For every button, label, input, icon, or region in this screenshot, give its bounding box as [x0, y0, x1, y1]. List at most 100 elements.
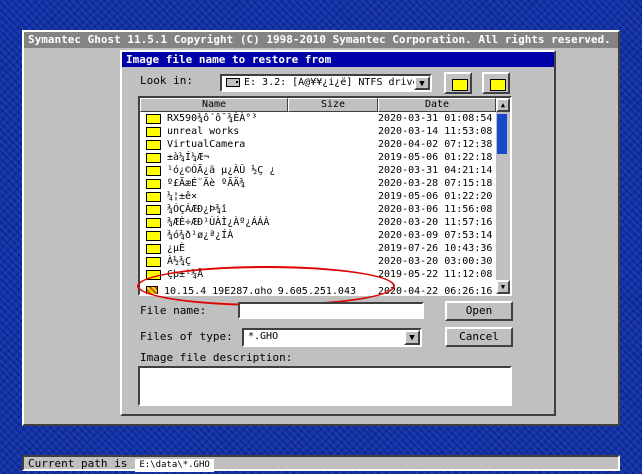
file-row[interactable]: 10.15.4_19E287.gho 9,605,251,043 2020-04-2…: [140, 285, 511, 296]
status-path: E:\data\*.GHO: [135, 459, 214, 472]
row-name-text: ¼¦±ê×: [167, 191, 198, 202]
file-name-label: File name:: [140, 304, 207, 317]
row-name: 10.15.4_19E287.gho: [140, 285, 277, 294]
folder-icon: [146, 269, 161, 280]
row-date: 2020-03-09 07:53:14 PM: [378, 230, 511, 241]
folder-icon: [146, 217, 161, 228]
row-name-text: Çþ±¹¾Ã: [167, 269, 204, 280]
row-size: 9,605,251,043: [277, 286, 356, 296]
row-name: ¾ÓÇÁÆÐ¿Þ¾î: [140, 203, 277, 216]
description-box: [138, 366, 512, 406]
row-name-text: ¾ó¾ð¹ø¿ª¿ÍÀ: [167, 230, 234, 241]
row-date: 2020-04-22 06:26:16 PM: [378, 286, 511, 296]
files-of-type-dropdown-button[interactable]: ▼: [404, 330, 420, 345]
row-name: ±à¼­Í¼Æ¬: [140, 151, 277, 164]
folder-row[interactable]: ¾ÓÇÁÆÐ¿Þ¾î 2020-03-06 11:56:08 AM: [140, 203, 511, 216]
row-date: 2020-03-31 01:08:54 PM: [378, 113, 511, 124]
folder-row[interactable]: ±à¼­Í¼Æ¬ 2019-05-06 01:22:18 AM: [140, 151, 511, 164]
row-date: 2020-03-20 03:00:30 PM: [378, 256, 511, 267]
drive-icon: [226, 77, 240, 87]
file-name-input[interactable]: [238, 302, 424, 319]
folder-icon: [146, 243, 161, 254]
ghost-image-icon: [146, 285, 158, 294]
look-in-dropdown-button[interactable]: ▼: [414, 76, 430, 90]
list-header: Name Size Date: [140, 98, 496, 112]
folder-icon: [146, 230, 161, 241]
row-date: 2019-05-06 01:22:20 AM: [378, 191, 511, 202]
app-title: Symantec Ghost 11.5.1 Copyright (C) 1998…: [24, 32, 618, 48]
folder-icon: [146, 178, 161, 189]
row-name-text: ¾ÆÈ÷ÆÐ¹ÙÀÌ¿Àº¿ÁÁÀ: [167, 217, 270, 228]
file-list[interactable]: Name Size Date RX590¾ô´ô¯¾ÈÀ°³ 2020-03-31…: [138, 96, 512, 296]
folder-row[interactable]: ¼¦±ê× 2019-05-06 01:22:20 AM: [140, 190, 511, 203]
folder-icon: [146, 256, 161, 267]
row-name: ¾ó¾ð¹ø¿ª¿ÍÀ: [140, 229, 277, 242]
row-name-text: ¿µÈ­: [167, 243, 186, 254]
row-size: [277, 177, 360, 190]
open-button[interactable]: Open: [445, 301, 513, 321]
row-date: 2020-03-14 11:53:08 PM: [378, 126, 511, 137]
file-rows: RX590¾ô´ô¯¾ÈÀ°³ 2020-03-31 01:08:54 PM unr…: [140, 112, 511, 296]
status-label: Current path is: [28, 457, 128, 470]
description-label: Image file description:: [140, 351, 293, 364]
folder-row[interactable]: ¾ÆÈ÷ÆÐ¹ÙÀÌ¿Àº¿ÁÁÀ 2020-03-20 11:57:16 AM: [140, 216, 511, 229]
row-size: [277, 151, 360, 164]
scroll-down-button[interactable]: ▼: [496, 280, 510, 294]
row-name: º£ÃæÉ¨Ãè ºÃÄ¾: [140, 177, 277, 190]
row-name-text: VirtualCamera: [167, 139, 246, 150]
up-folder-button[interactable]: [444, 72, 472, 94]
row-size: [277, 242, 360, 255]
folder-row[interactable]: unreal works 2020-03-14 11:53:08 PM: [140, 125, 511, 138]
folder-row[interactable]: ¹ó¿©ÓÃ¿ä µ¿ÀÛ ½Ç ¿¡À 2020-03-31 04:21:14 …: [140, 164, 510, 177]
row-name: unreal works: [140, 125, 277, 138]
row-name: ¾ÆÈ÷ÆÐ¹ÙÀÌ¿Àº¿ÁÁÀ: [140, 216, 277, 229]
column-date[interactable]: Date: [378, 98, 496, 112]
column-size[interactable]: Size: [288, 98, 378, 112]
new-folder-icon: [490, 79, 506, 91]
folder-row[interactable]: º£ÃæÉ¨Ãè ºÃÄ¾ 2020-03-28 07:15:18 PM: [140, 177, 511, 190]
folder-icon: [146, 165, 161, 176]
status-bar: Current path is E:\data\*.GHO: [22, 455, 620, 472]
cancel-button[interactable]: Cancel: [445, 327, 513, 347]
scroll-up-button[interactable]: ▲: [496, 98, 510, 112]
folder-icon: [146, 113, 161, 124]
folder-icon: [146, 126, 161, 137]
folder-row[interactable]: Çþ±¹¾Ã 2019-05-22 11:12:08 PM: [140, 268, 510, 281]
folder-row[interactable]: ¿µÈ­ 2019-07-26 10:43:36 PM: [140, 242, 510, 255]
row-size: [277, 190, 360, 203]
files-of-type-select[interactable]: *.GHO ▼: [242, 328, 422, 347]
row-date: 2020-03-20 11:57:16 AM: [378, 217, 511, 228]
row-name-text: ±à¼­Í¼Æ¬: [167, 152, 210, 163]
row-name-text: unreal works: [167, 126, 240, 137]
row-name: ¿µÈ­: [140, 242, 277, 255]
row-date: 2019-05-06 01:22:18 AM: [378, 152, 511, 163]
row-name-text: ¹ó¿©ÓÃ¿ä µ¿ÀÛ ½Ç ¿¡À: [167, 165, 277, 176]
files-of-type-label: Files of type:: [140, 330, 233, 343]
row-size: [277, 229, 360, 242]
folder-row[interactable]: ¾ó¾ð¹ø¿ª¿ÍÀ 2020-03-09 07:53:14 PM: [140, 229, 511, 242]
new-folder-button[interactable]: [482, 72, 510, 94]
row-size: [277, 216, 360, 229]
column-name[interactable]: Name: [140, 98, 288, 112]
look-in-select[interactable]: E: 3.2: [A@¥¥¿i¿ë] NTFS drive ▼: [220, 74, 432, 92]
folder-icon: [146, 152, 161, 163]
row-name: VirtualCamera: [140, 138, 277, 151]
row-name-text: RX590¾ô´ô¯¾ÈÀ°³: [167, 113, 258, 124]
row-name-text: º£ÃæÉ¨Ãè ºÃÄ¾: [167, 178, 246, 189]
row-size: [277, 255, 360, 268]
row-name-text: À½¾Ç: [167, 256, 192, 267]
scroll-thumb[interactable]: [497, 114, 507, 154]
row-date: 2020-03-06 11:56:08 AM: [378, 204, 511, 215]
vertical-scrollbar[interactable]: ▲ ▼: [496, 98, 510, 294]
row-date: 2020-03-28 07:15:18 PM: [378, 178, 511, 189]
row-size: [277, 268, 360, 281]
row-size: [277, 125, 360, 138]
row-name: À½¾Ç: [140, 255, 277, 268]
row-size: [277, 164, 360, 177]
row-size: [277, 203, 360, 216]
folder-row[interactable]: RX590¾ô´ô¯¾ÈÀ°³ 2020-03-31 01:08:54 PM: [140, 112, 511, 125]
folder-row[interactable]: VirtualCamera 2020-04-02 07:12:38 PM: [140, 138, 510, 151]
up-folder-icon: [452, 79, 468, 91]
folder-row[interactable]: À½¾Ç 2020-03-20 03:00:30 PM: [140, 255, 511, 268]
row-name: ¹ó¿©ÓÃ¿ä µ¿ÀÛ ½Ç ¿¡À: [140, 164, 277, 177]
